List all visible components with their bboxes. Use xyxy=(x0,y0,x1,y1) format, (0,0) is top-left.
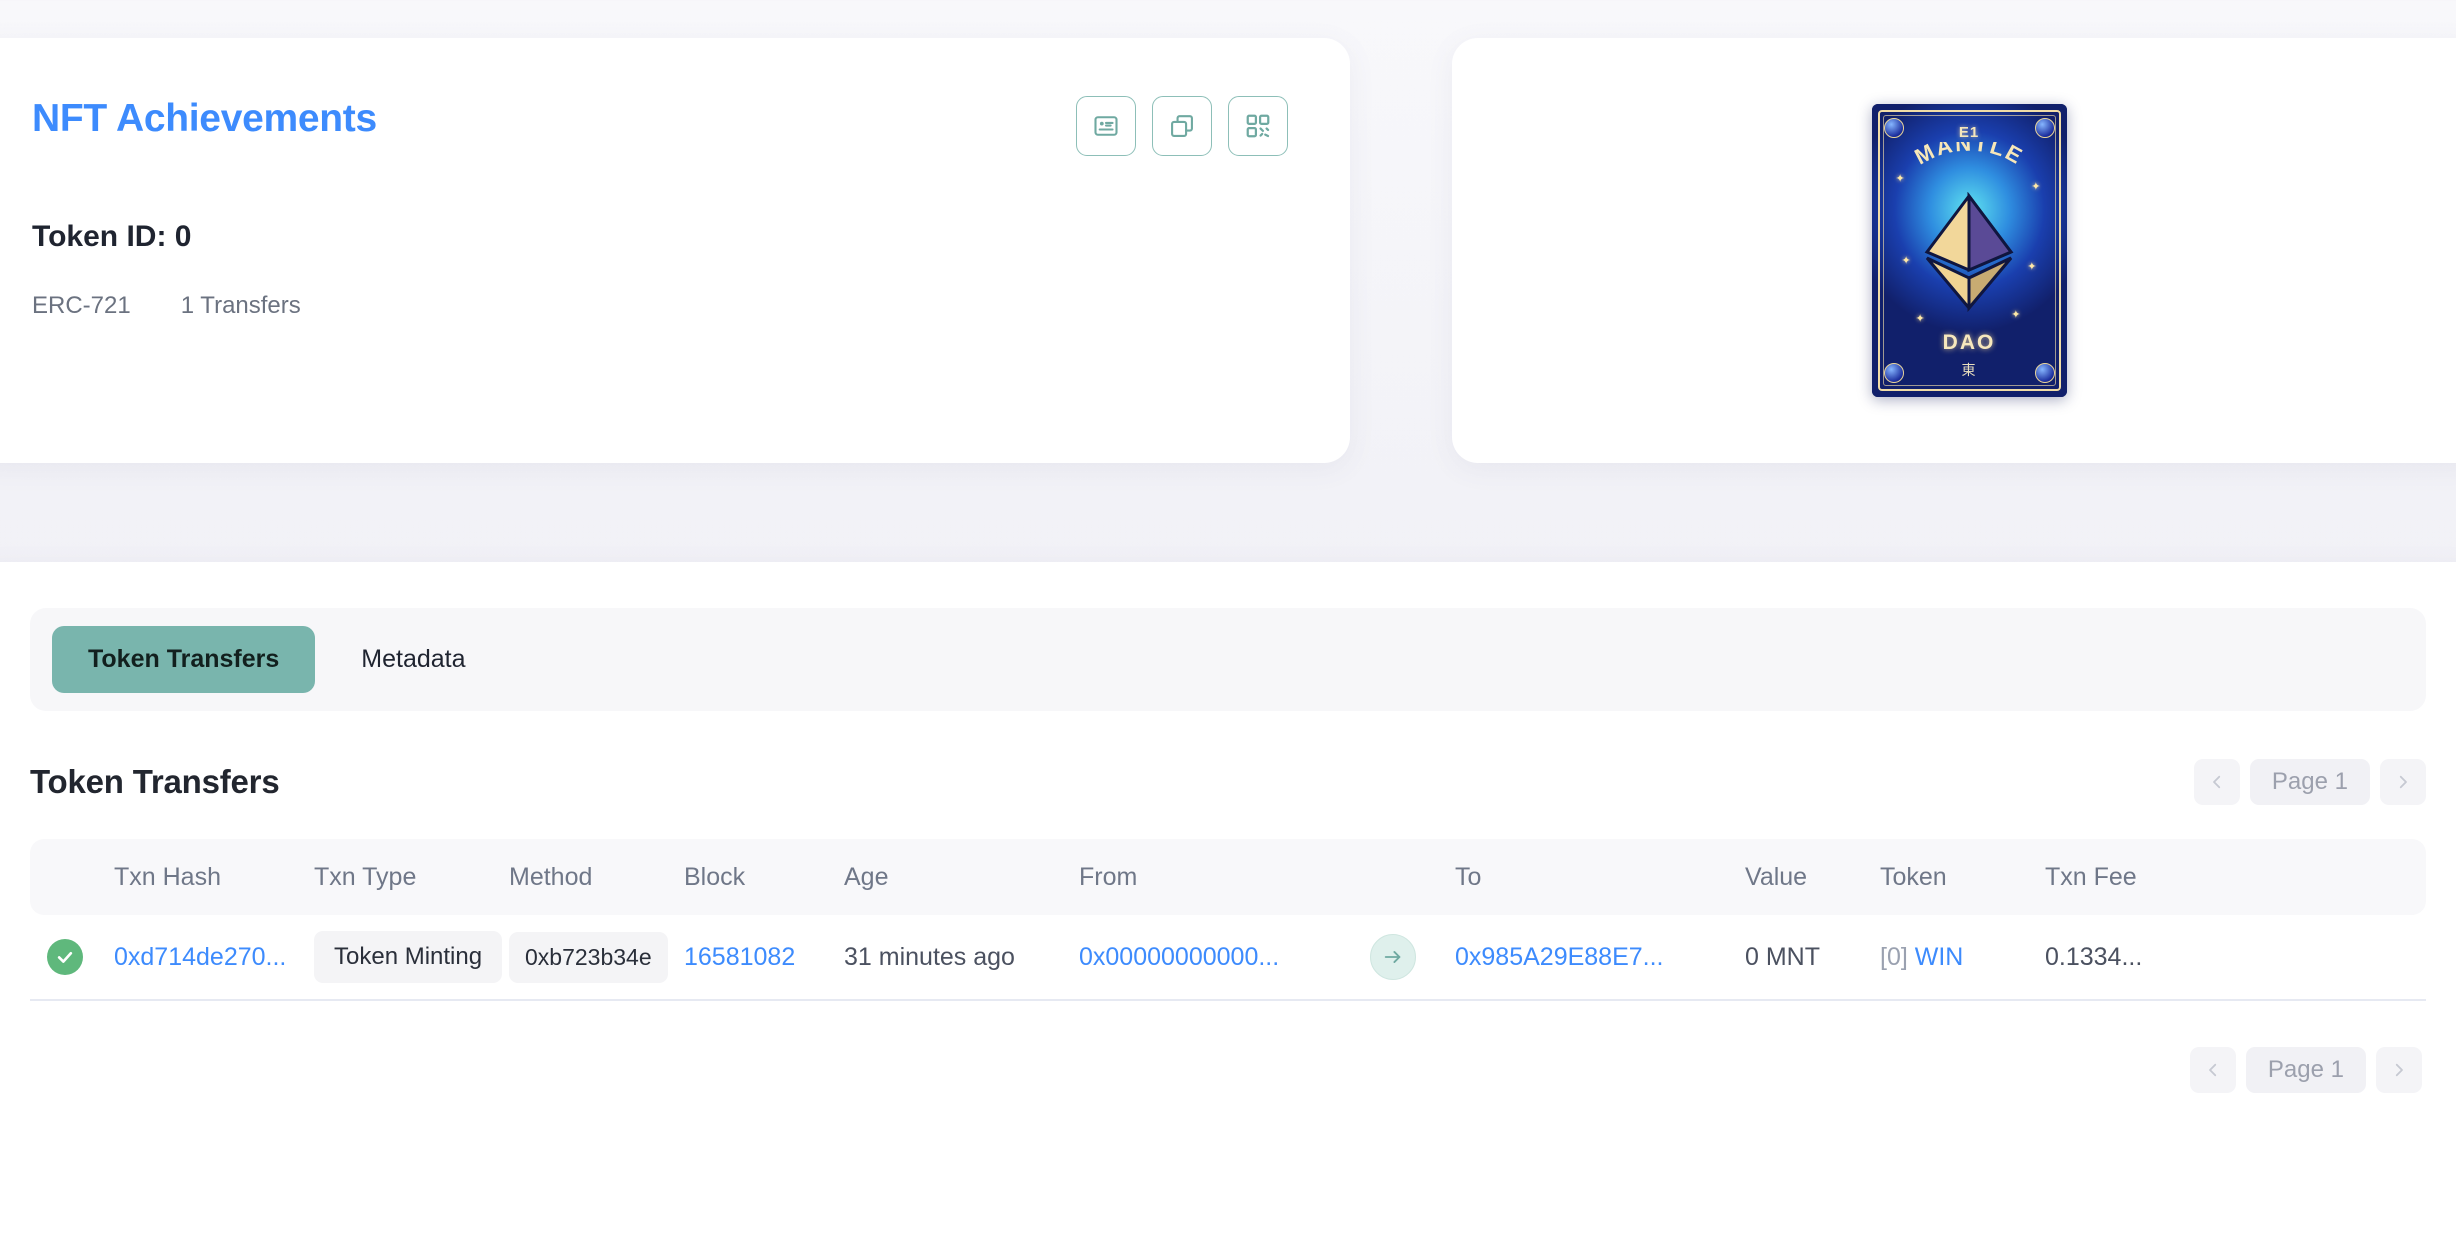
nft-art-sparkle: ✦ xyxy=(2031,181,2041,193)
nft-art-sparkle: ✦ xyxy=(1915,313,1925,325)
nft-art-sparkle: ✦ xyxy=(2011,309,2021,321)
nft-media-card: E1 MANTLE ✦ ✦ ✦ ✦ ✦ ✦ DAO 東 xyxy=(1452,38,2456,463)
header-age: Age xyxy=(844,862,889,891)
nft-info-card: NFT Achievements Token ID: 0 ERC-721 1 T… xyxy=(0,38,1350,463)
header-token: Token xyxy=(1880,862,1947,891)
header-value: Value xyxy=(1745,862,1808,891)
transfers-table: Txn Hash Txn Type Method Block Age From … xyxy=(30,839,2426,1001)
ethereum-diamond-icon xyxy=(1921,191,2017,317)
table-header-row: Txn Hash Txn Type Method Block Age From … xyxy=(30,839,2426,915)
cell-txn-fee: 0.1334... xyxy=(2045,942,2143,971)
section-title: Token Transfers xyxy=(30,763,280,800)
token-id-label: Token ID: 0 xyxy=(32,220,192,253)
txn-type-badge[interactable]: Token Minting xyxy=(314,931,503,983)
page-root: NFT Achievements Token ID: 0 ERC-721 1 T… xyxy=(0,0,2456,1234)
transfers-section-header: Token Transfers Page 1 xyxy=(30,759,2426,805)
transfers-count: 1 Transfers xyxy=(180,292,301,319)
token-symbol-link[interactable]: WIN xyxy=(1915,943,1964,971)
nft-meta-row: ERC-721 1 Transfers xyxy=(32,292,1288,320)
chevron-right-icon xyxy=(2399,775,2407,789)
tab-metadata[interactable]: Metadata xyxy=(325,626,501,693)
cell-txn-type: Token Minting xyxy=(300,931,503,983)
svg-text:MANTLE: MANTLE xyxy=(1910,142,2027,170)
pagination-bottom-wrap: Page 1 xyxy=(30,1047,2426,1093)
header-txn-hash: Txn Hash xyxy=(114,862,221,891)
copy-icon xyxy=(1168,112,1196,140)
page-indicator-bottom[interactable]: Page 1 xyxy=(2245,1047,2366,1093)
chevron-right-icon xyxy=(2395,1063,2403,1077)
details-button[interactable] xyxy=(1076,96,1136,156)
row-status xyxy=(30,939,100,975)
nft-art-sparkle: ✦ xyxy=(2027,261,2037,273)
header-method: Method xyxy=(509,862,593,891)
chevron-left-icon xyxy=(2213,775,2221,789)
nft-art-bottom-label: DAO xyxy=(1942,331,1996,354)
to-address-link[interactable]: 0x985A29E88E7... xyxy=(1455,943,1664,971)
success-check-icon xyxy=(47,939,83,975)
chevron-left-icon xyxy=(2209,1063,2217,1077)
qr-code-icon xyxy=(1244,112,1272,140)
cell-value: 0 MNT xyxy=(1745,942,1820,971)
cell-age: 31 minutes ago xyxy=(844,942,1015,971)
cell-block: 16581082 xyxy=(670,943,830,972)
qr-code-button[interactable] xyxy=(1228,96,1288,156)
next-page-button-top[interactable] xyxy=(2380,759,2426,805)
from-address-link[interactable]: 0x00000000000... xyxy=(1079,943,1279,971)
page-title: NFT Achievements xyxy=(32,97,377,140)
tab-token-transfers[interactable]: Token Transfers xyxy=(52,626,316,693)
cell-direction xyxy=(1345,934,1441,980)
nft-art-cjk-label: 東 xyxy=(1961,362,1977,378)
nft-action-buttons xyxy=(1076,90,1288,156)
cell-method: 0xb723b34e xyxy=(495,931,670,983)
nft-info-header: NFT Achievements xyxy=(32,90,1288,156)
header-to: To xyxy=(1455,862,1482,891)
nft-art-sparkle: ✦ xyxy=(1901,255,1911,267)
method-badge[interactable]: 0xb723b34e xyxy=(509,931,668,983)
cell-txn-hash: 0xd714de270... xyxy=(100,943,300,972)
nft-art-sparkle: ✦ xyxy=(1895,173,1905,185)
cell-token: [0] WIN xyxy=(1866,943,2031,972)
nft-artwork[interactable]: E1 MANTLE ✦ ✦ ✦ ✦ ✦ ✦ DAO 東 xyxy=(1871,104,2067,397)
next-page-button-bottom[interactable] xyxy=(2376,1047,2422,1093)
transfer-arrow-icon xyxy=(1370,934,1416,980)
cell-from: 0x00000000000... xyxy=(1065,943,1345,972)
details-icon xyxy=(1092,112,1120,140)
page-indicator-top[interactable]: Page 1 xyxy=(2249,759,2370,805)
prev-page-button-bottom[interactable] xyxy=(2189,1047,2236,1093)
pagination-bottom: Page 1 xyxy=(2189,1047,2422,1093)
transfers-panel: Token Transfers Metadata Token Transfers… xyxy=(0,562,2456,1234)
cell-to: 0x985A29E88E7... xyxy=(1441,943,1731,972)
tab-bar: Token Transfers Metadata xyxy=(30,608,2426,711)
token-standard: ERC-721 xyxy=(32,292,131,319)
copy-button[interactable] xyxy=(1152,96,1212,156)
nft-art-top-label: E1 xyxy=(1958,124,1980,141)
block-link[interactable]: 16581082 xyxy=(684,943,795,971)
header-txn-fee: Txn Fee xyxy=(2045,862,2137,891)
token-index: [0] xyxy=(1880,942,1908,971)
prev-page-button-top[interactable] xyxy=(2193,759,2240,805)
pagination-top: Page 1 xyxy=(2193,759,2426,805)
txn-hash-link[interactable]: 0xd714de270... xyxy=(114,943,286,971)
header-from: From xyxy=(1079,862,1138,891)
header-block: Block xyxy=(684,862,746,891)
table-row: 0xd714de270... Token Minting 0xb723b34e … xyxy=(30,915,2426,1001)
header-txn-type: Txn Type xyxy=(314,862,417,891)
